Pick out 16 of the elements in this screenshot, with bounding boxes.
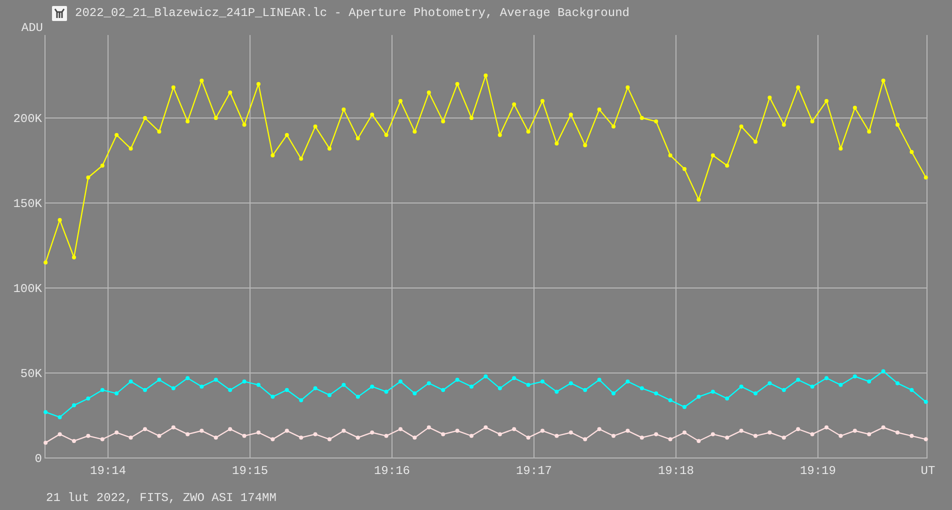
- x-tick-label: 19:15: [232, 464, 268, 478]
- x-axis-label: UT: [920, 464, 936, 478]
- y-tick-label: 100K: [13, 282, 42, 296]
- x-tick-label: 19:18: [658, 464, 694, 478]
- app-icon: [52, 6, 67, 20]
- y-tick-label: 50K: [20, 367, 42, 381]
- footer-text: 21 lut 2022, FITS, ZWO ASI 174MM: [46, 490, 276, 507]
- y-axis-label: ADU: [21, 21, 43, 35]
- y-tick-label: 200K: [13, 112, 42, 126]
- x-tick-label: 19:16: [374, 464, 410, 478]
- x-tick-label: 19:17: [516, 464, 552, 478]
- y-tick-label: 150K: [13, 196, 42, 211]
- y-tick-label: 0: [34, 452, 42, 466]
- x-tick-label: 19:14: [90, 464, 126, 478]
- window-title: 2022_02_21_Blazewicz_241P_LINEAR.lc - Aperture Photometry, Average Background: [75, 5, 630, 22]
- x-tick-label: 19:19: [800, 464, 836, 478]
